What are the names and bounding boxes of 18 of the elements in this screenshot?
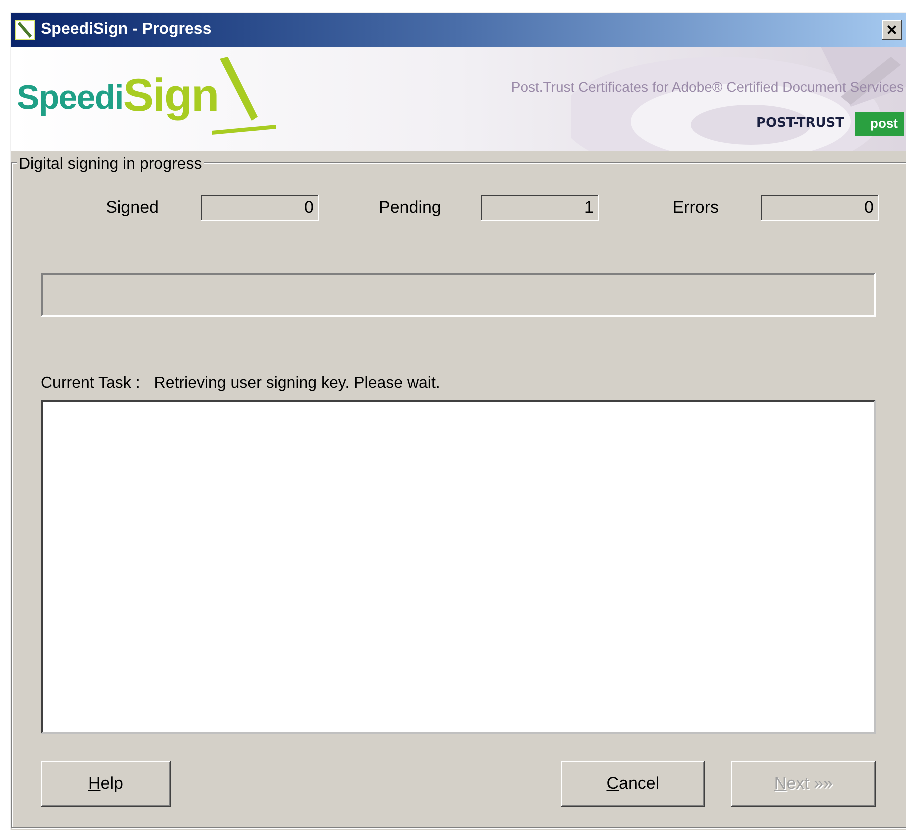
task-status: Retrieving user signing key. Please wait. <box>154 374 440 394</box>
counter-field: 1 <box>481 195 599 221</box>
dialog-button[interactable]: Cancel <box>560 761 706 807</box>
close-button[interactable]: × <box>882 20 902 40</box>
logo-text: Speedi <box>17 78 124 119</box>
window-title: SpeediSign - Progress <box>41 20 213 40</box>
partner-logo: POST-TRUST <box>756 115 845 133</box>
app-icon <box>15 20 35 40</box>
counter-label: Errors <box>672 197 719 220</box>
counter-field: 0 <box>761 195 879 221</box>
counter-label: Pending <box>379 197 439 220</box>
counter-field: 0 <box>201 195 319 221</box>
logo-text: Sign <box>123 68 218 123</box>
counter-label: Signed <box>105 197 159 220</box>
task-label: Current Task : <box>41 374 140 394</box>
post-logo: post <box>854 112 904 136</box>
dialog-button[interactable]: Help <box>41 761 171 807</box>
tagline: Post.Trust Certificates for Adobe® Certified Document Services <box>511 78 904 97</box>
